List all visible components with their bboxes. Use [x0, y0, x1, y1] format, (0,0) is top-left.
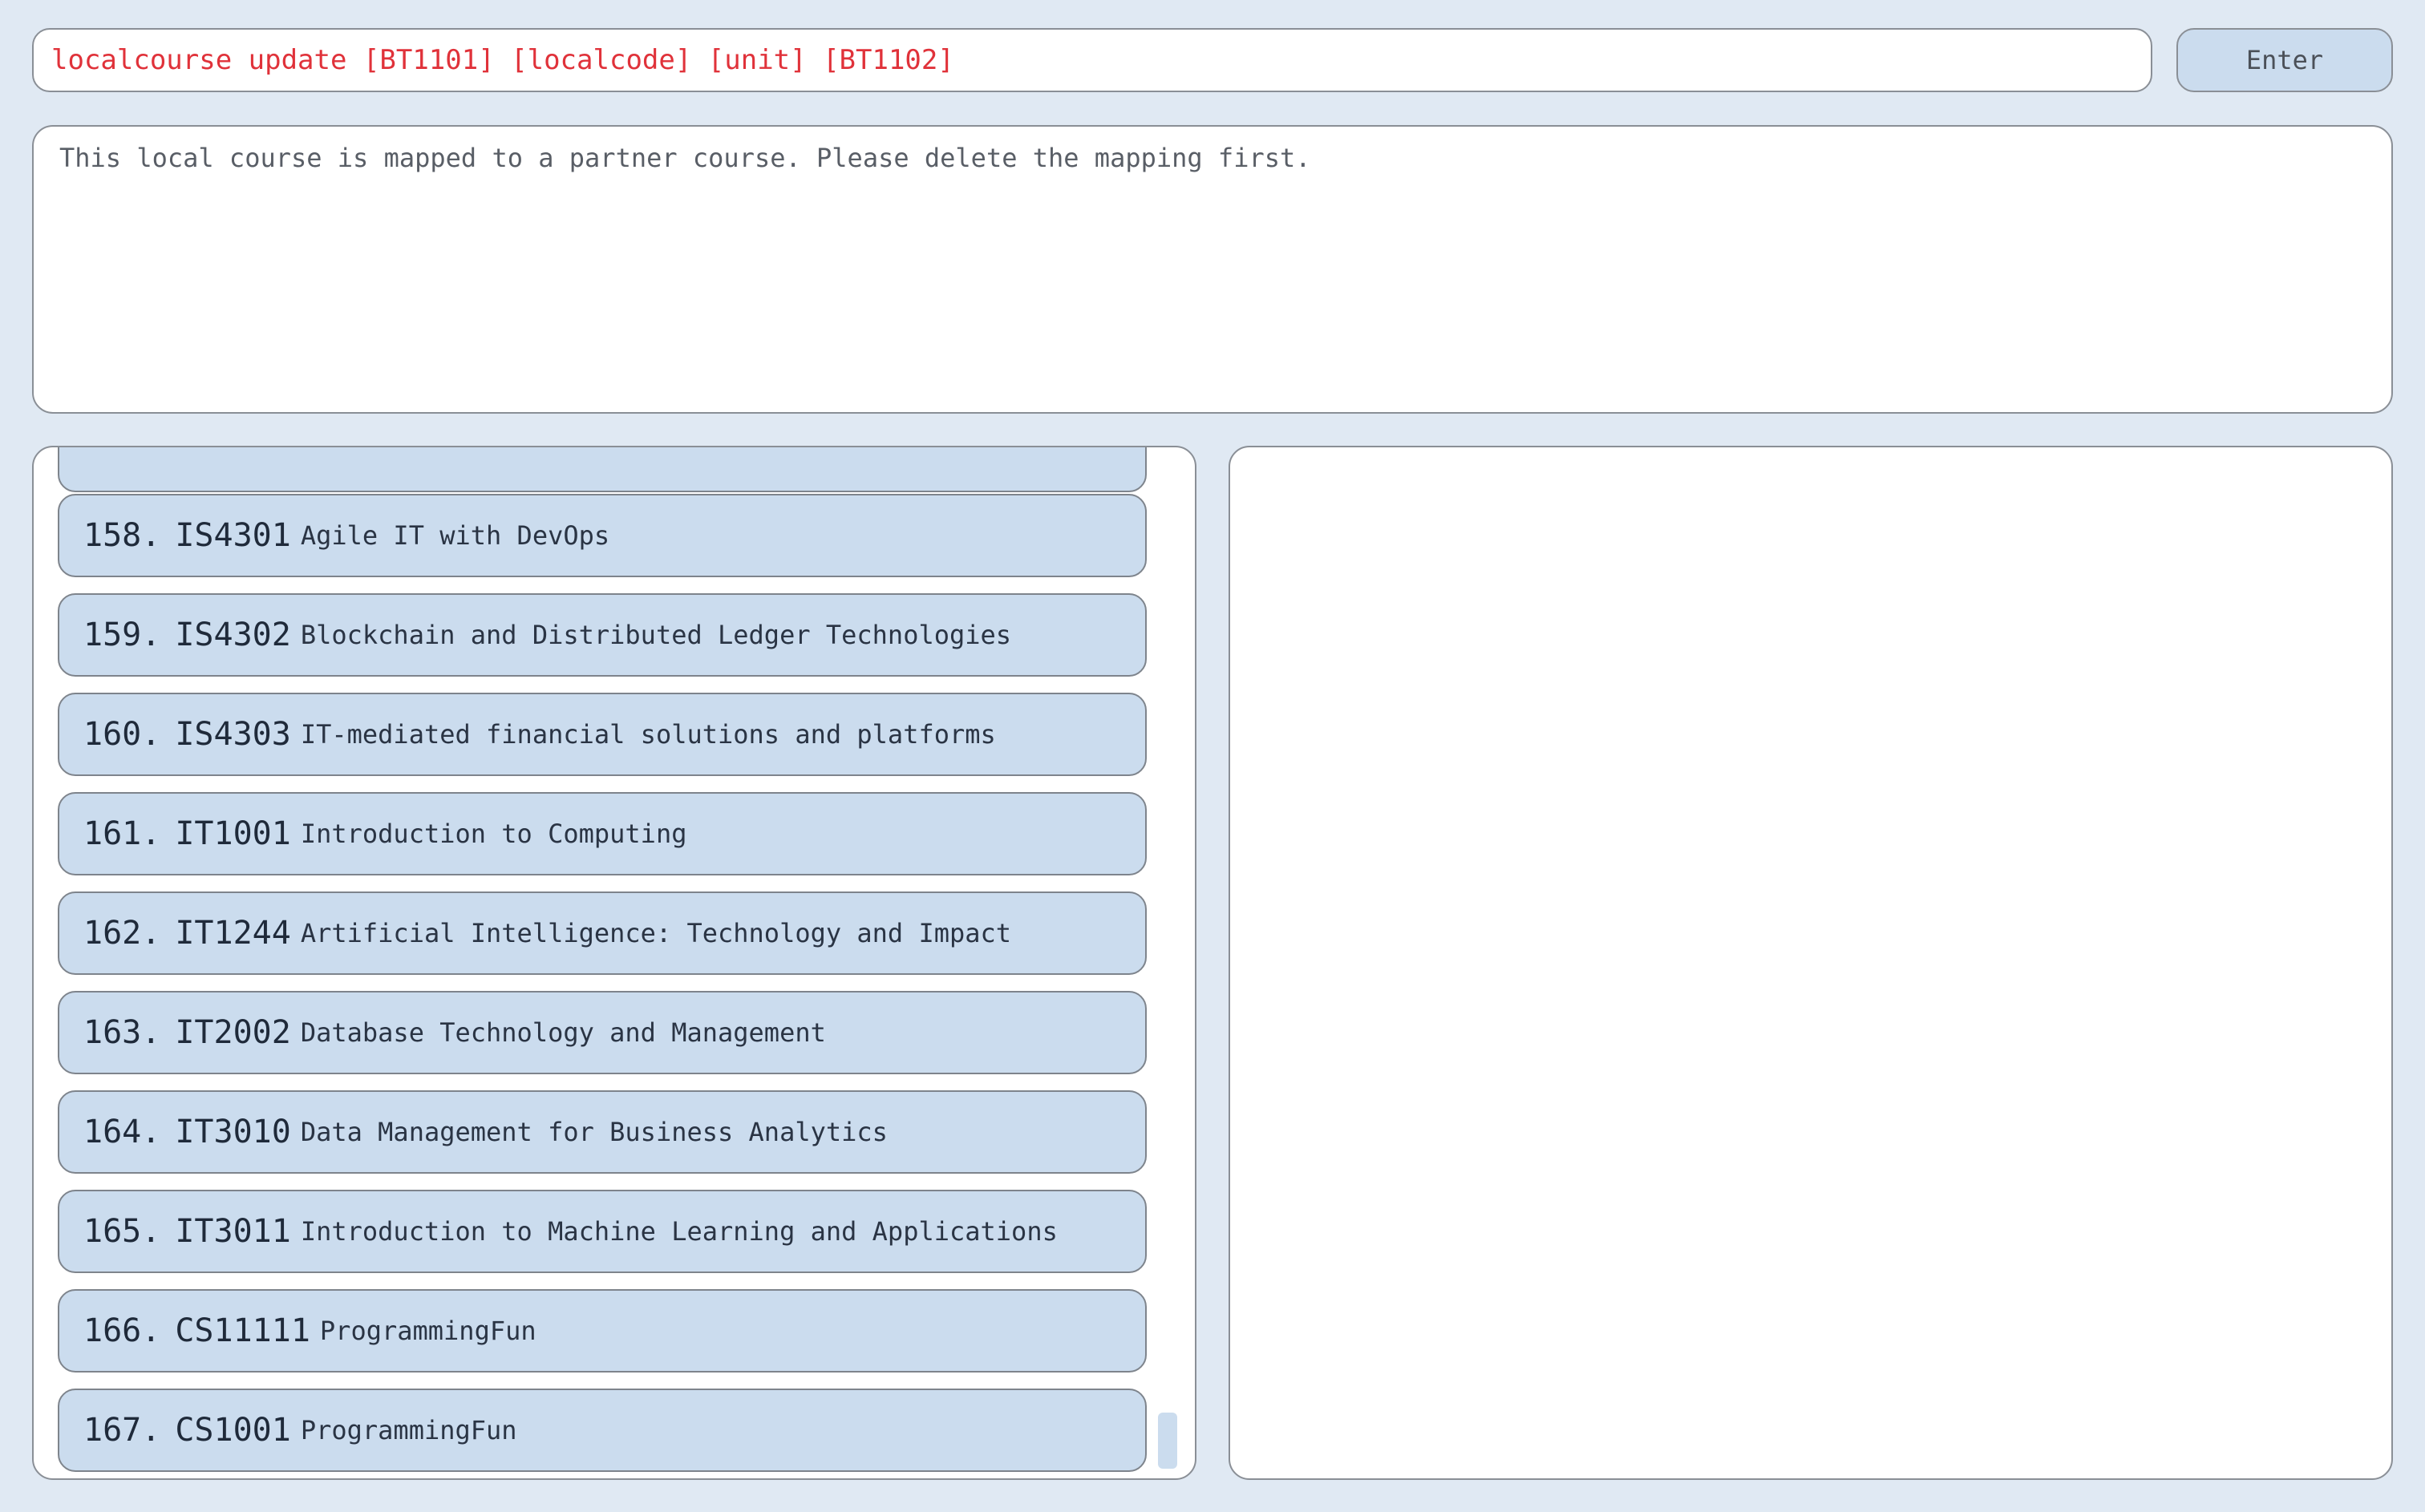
item-name: Database Technology and Management: [300, 1017, 826, 1048]
item-name: IT-mediated financial solutions and plat…: [300, 719, 996, 750]
item-code: CS11111: [175, 1312, 310, 1349]
item-index: 163.: [83, 1014, 161, 1051]
item-index: 158.: [83, 517, 161, 554]
detail-panel: [1229, 446, 2393, 1480]
item-code: IS4302: [175, 617, 291, 653]
item-code: CS1001: [175, 1412, 291, 1449]
course-list-panel[interactable]: 158. IS4301 Agile IT with DevOps 159. IS…: [32, 446, 1196, 1480]
item-code: IT3011: [175, 1213, 291, 1250]
list-item[interactable]: 166. CS11111 ProgrammingFun: [58, 1289, 1147, 1373]
list-item[interactable]: 161. IT1001 Introduction to Computing: [58, 792, 1147, 875]
list-item[interactable]: 162. IT1244 Artificial Intelligence: Tec…: [58, 891, 1147, 975]
item-index: 159.: [83, 617, 161, 653]
item-code: IT1244: [175, 915, 291, 952]
list-item[interactable]: 159. IS4302 Blockchain and Distributed L…: [58, 593, 1147, 677]
item-name: Agile IT with DevOps: [300, 520, 610, 551]
item-name: ProgrammingFun: [300, 1415, 517, 1445]
item-code: IT3010: [175, 1114, 291, 1150]
item-name: Introduction to Machine Learning and App…: [300, 1216, 1058, 1247]
list-item[interactable]: 160. IS4303 IT-mediated financial soluti…: [58, 693, 1147, 776]
list-item[interactable]: 165. IT3011 Introduction to Machine Lear…: [58, 1190, 1147, 1273]
item-index: 164.: [83, 1114, 161, 1150]
enter-button[interactable]: Enter: [2176, 28, 2393, 92]
list-item[interactable]: [58, 447, 1147, 492]
item-code: IT2002: [175, 1014, 291, 1051]
list-item[interactable]: 163. IT2002 Database Technology and Mana…: [58, 991, 1147, 1074]
item-index: 166.: [83, 1312, 161, 1349]
item-name: Artificial Intelligence: Technology and …: [300, 918, 1012, 948]
result-message: This local course is mapped to a partner…: [59, 143, 1311, 173]
course-list[interactable]: 158. IS4301 Agile IT with DevOps 159. IS…: [34, 447, 1195, 1478]
list-item[interactable]: 164. IT3010 Data Management for Business…: [58, 1090, 1147, 1174]
item-index: 160.: [83, 716, 161, 753]
item-name: ProgrammingFun: [319, 1316, 536, 1346]
item-code: IT1001: [175, 815, 291, 852]
command-input[interactable]: [32, 28, 2152, 92]
item-name: Blockchain and Distributed Ledger Techno…: [300, 620, 1012, 650]
list-scrollbar[interactable]: [1158, 1413, 1177, 1469]
item-index: 161.: [83, 815, 161, 852]
item-name: Data Management for Business Analytics: [300, 1117, 888, 1147]
result-display: This local course is mapped to a partner…: [32, 125, 2393, 414]
item-code: IS4303: [175, 716, 291, 753]
item-index: 167.: [83, 1412, 161, 1449]
list-item[interactable]: 167. CS1001 ProgrammingFun: [58, 1389, 1147, 1472]
item-name: Introduction to Computing: [300, 819, 687, 849]
item-index: 165.: [83, 1213, 161, 1250]
list-item[interactable]: 158. IS4301 Agile IT with DevOps: [58, 494, 1147, 577]
item-code: IS4301: [175, 517, 291, 554]
item-index: 162.: [83, 915, 161, 952]
